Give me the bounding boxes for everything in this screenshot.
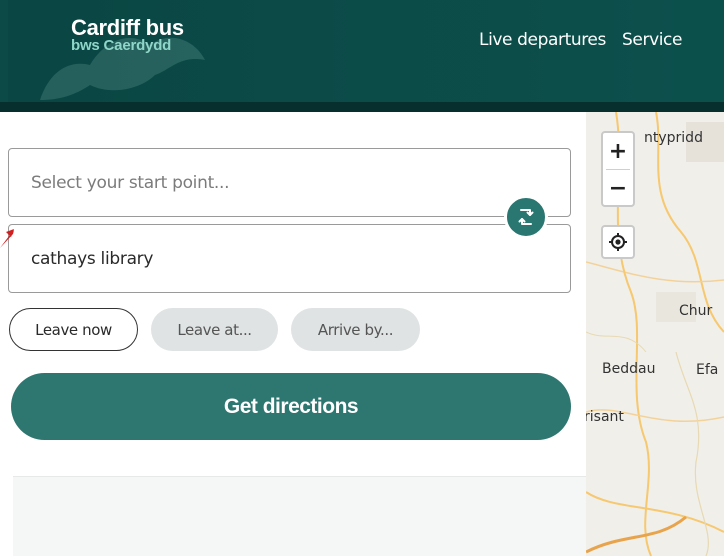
- start-point-field[interactable]: [8, 148, 571, 217]
- map-zoom-control: + −: [601, 131, 635, 207]
- get-directions-button[interactable]: Get directions: [11, 373, 571, 440]
- locate-target-icon: [609, 233, 627, 251]
- map-label-efail-isaf: Efa: [696, 362, 719, 378]
- start-point-input[interactable]: [31, 172, 570, 193]
- site-header: Cardiff bus bws Caerdydd Live departures…: [0, 0, 724, 102]
- locate-me-button[interactable]: [601, 225, 635, 259]
- zoom-in-button[interactable]: +: [603, 133, 633, 169]
- logo-title: Cardiff bus: [71, 15, 184, 40]
- zoom-out-button[interactable]: −: [603, 170, 633, 206]
- arrive-by-option[interactable]: Arrive by...: [291, 308, 420, 351]
- nav-live-departures[interactable]: Live departures: [479, 30, 606, 50]
- swap-arrows-icon: [518, 209, 534, 225]
- results-area: [13, 476, 586, 556]
- main-nav: Live departures Service: [479, 30, 693, 50]
- destination-field[interactable]: [8, 224, 571, 293]
- map-label-llantrisant: risant: [586, 409, 624, 425]
- logo-subtitle: bws Caerdydd: [71, 37, 172, 54]
- header-bottom-strip: [0, 102, 724, 112]
- annotation-arrow-icon: [0, 229, 14, 248]
- leave-now-option[interactable]: Leave now: [9, 308, 138, 351]
- leave-at-option[interactable]: Leave at...: [151, 308, 278, 351]
- map-view[interactable]: ntypridd Chur Beddau Efa risant + −: [586, 112, 724, 556]
- nav-services[interactable]: Service: [622, 30, 682, 50]
- destination-input[interactable]: [31, 248, 570, 269]
- cardiff-bus-logo[interactable]: Cardiff bus bws Caerdydd: [71, 15, 184, 54]
- map-label-church-village: Chur: [679, 303, 713, 319]
- map-label-beddau: Beddau: [602, 361, 656, 377]
- map-label-pontypridd: ntypridd: [644, 130, 703, 146]
- swap-locations-button[interactable]: [504, 195, 548, 239]
